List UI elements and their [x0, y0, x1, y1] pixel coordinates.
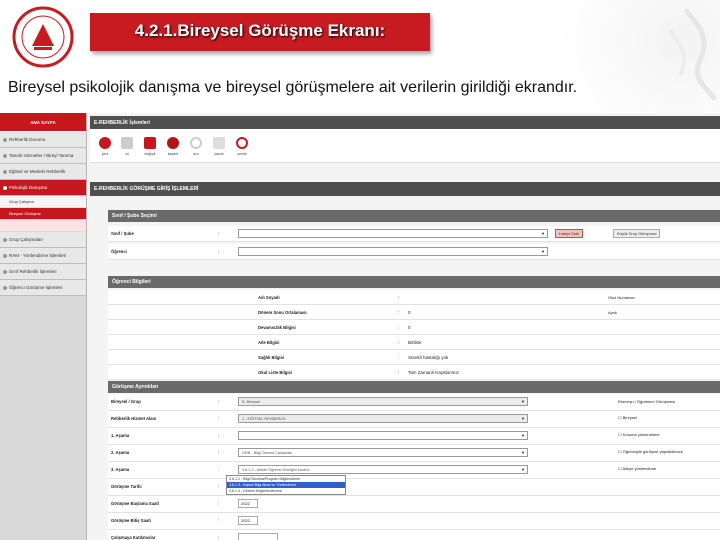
- disk-icon: [144, 137, 156, 149]
- info-row: Sağlık Bilgisi: Sürekli hastalığı yok: [108, 350, 720, 365]
- search-icon: [190, 137, 202, 149]
- check-icon: [167, 137, 179, 149]
- new-button[interactable]: yeni: [94, 137, 116, 156]
- form-row: Sınıf / Şube : Listeyi Getir Küçük Grup …: [108, 226, 720, 242]
- sidebar-item[interactable]: Grup Çalışmaları: [0, 232, 86, 248]
- detail-row: Bireysel / Grup:B. BireyselEbeveyn / Öğr…: [108, 394, 720, 411]
- info-value: Birlikte: [408, 340, 422, 345]
- detail-select[interactable]: B. Bireysel: [238, 397, 528, 406]
- detail-select[interactable]: 1 - EĞİTSEL REHBERLİK: [238, 414, 528, 423]
- plus-icon: [99, 137, 111, 149]
- list-button[interactable]: Listeyi Getir: [555, 229, 584, 238]
- sidebar-subitem: [0, 220, 86, 232]
- sidebar-item[interactable]: Tanıtık Hizmetler / Bireyi Tanıma: [0, 148, 86, 164]
- detail-input[interactable]: [238, 533, 278, 540]
- slide-title: 4.2.1.Bireysel Görüşme Ekranı:: [134, 21, 386, 40]
- info-value: Sürekli hastalığı yok: [408, 355, 449, 360]
- info-row: Dönem Sonu Ortalaması:0 Ayrık: [108, 305, 720, 320]
- form-row: Öğrenci :: [108, 244, 720, 260]
- option-checkbox[interactable]: ☐ Kuruma yönlendirme: [618, 432, 660, 437]
- detail-row: Görüşme Başlama Saati:2022: [108, 496, 720, 513]
- option-checkbox[interactable]: ☐ Bireysel: [618, 415, 637, 420]
- info-value: 0: [408, 325, 411, 330]
- sidebar-item-active[interactable]: Psikolojik Danışma: [0, 180, 86, 196]
- section-bar: E-REHBERLİK GÖRÜŞME GİRİŞ İŞLEMLERİ: [90, 182, 720, 196]
- refresh-button[interactable]: yenile: [231, 137, 253, 156]
- info-value: 0: [408, 310, 411, 315]
- class-select[interactable]: [238, 229, 548, 238]
- search-button[interactable]: ara: [185, 137, 207, 156]
- save-button[interactable]: kaydet: [162, 137, 184, 156]
- sidebar-item[interactable]: Rehberlik Durumu: [0, 132, 86, 148]
- detail-row: 2. Aşama:ORB - Bilgi Tanıma Çalışması☐ Ö…: [108, 445, 720, 462]
- print-button[interactable]: yazdır: [208, 137, 230, 156]
- slide: 4.2.1.Bireysel Görüşme Ekranı: Bireysel …: [0, 0, 720, 540]
- detail-select[interactable]: 3.6.1.2 - Ailede Öğrenci Kimliğini kontr…: [238, 465, 528, 474]
- sidebar-subitem[interactable]: Grup Çalışma: [0, 196, 86, 208]
- sidebar-item[interactable]: RAM - Yönlendirme İşlemleri: [0, 248, 86, 264]
- option-checkbox[interactable]: ☐ Öğrenciyle görüşme yapılabilecek: [618, 449, 683, 454]
- small-group-button[interactable]: Küçük Grup Görüşmesi: [613, 229, 661, 238]
- info-row: Okul Liste Bilgisi: Tam Zamanlı Kayıtları…: [108, 365, 720, 380]
- sidebar: ANA SAYFA Rehberlik Durumu Tanıtık Hizme…: [0, 113, 87, 540]
- student-select[interactable]: [238, 247, 548, 256]
- sidebar-item[interactable]: Eğitsel ve Mesleki Rehberlik: [0, 164, 86, 180]
- title-bar: 4.2.1.Bireysel Görüşme Ekranı:: [90, 13, 430, 51]
- info-row: Aile Bilgisi: Birlikte: [108, 335, 720, 350]
- detail-input[interactable]: 2022: [238, 499, 258, 508]
- sidebar-item[interactable]: Öğrenci Görüşme İşlemleri: [0, 280, 86, 296]
- sidebar-item[interactable]: Sınıf Rehberlik İşlemleri: [0, 264, 86, 280]
- main-panel: E-REHBERLİK İşlemleri yeni sil değişik k…: [90, 113, 720, 540]
- printer-icon: [213, 137, 225, 149]
- trash-icon: [121, 137, 133, 149]
- detail-row: 3. Aşama:3.6.1.2 - Ailede Öğrenci Kimliğ…: [108, 462, 720, 479]
- toolbar: yeni sil değişik kaydet ara yazdır yenil…: [90, 129, 720, 163]
- sidebar-home[interactable]: ANA SAYFA: [0, 113, 86, 132]
- decorative-pattern: [668, 8, 718, 102]
- option-checkbox[interactable]: ☐ Aileye yönlendirme: [618, 466, 656, 471]
- info-row: Adı Soyadı: Okul Numarası: [108, 290, 720, 305]
- detail-row: Görüşme Bitiş Saati:2022: [108, 513, 720, 530]
- slide-subtitle: Bireysel psikolojik danışma ve bireysel …: [8, 79, 578, 96]
- info-row: Devamsızlık Bilgisi:0: [108, 320, 720, 335]
- section-header: Görüşme Ayrıntıları: [108, 381, 720, 393]
- detail-row: Çalışmaya Katılımcılar:: [108, 530, 720, 540]
- detail-row: 1. Aşama:☐ Kuruma yönlendirme: [108, 428, 720, 445]
- section-header: Öğrenci Bilgileri: [108, 276, 720, 288]
- detail-select[interactable]: ORB - Bilgi Tanıma Çalışması: [238, 448, 528, 457]
- dropdown-option[interactable]: 3.6.1.4 - Dönem Değerlendirmesi: [227, 488, 345, 494]
- detail-row: Rehberlik Hizmet Alanı:1 - EĞİTSEL REHBE…: [108, 411, 720, 428]
- info-value: Tam Zamanlı Kayıtlarımız: [408, 370, 460, 375]
- detail-row: Görüşme Tarihi:: [108, 479, 720, 496]
- section-header: Sınıf / Şube Seçimi: [108, 210, 720, 222]
- refresh-icon: [236, 137, 248, 149]
- ministry-seal-logo: [12, 6, 74, 68]
- detail-input[interactable]: 2022: [238, 516, 258, 525]
- app-screenshot: ANA SAYFA Rehberlik Durumu Tanıtık Hizme…: [0, 113, 720, 540]
- sidebar-subitem-active[interactable]: Bireysel Görüşme: [0, 208, 86, 220]
- delete-button[interactable]: sil: [116, 137, 138, 156]
- stage-dropdown-list[interactable]: 3.6.1.2 - Bilgi/Tanıtma/Program Bilgilen…: [226, 475, 346, 495]
- section-bar: E-REHBERLİK İşlemleri: [90, 116, 720, 130]
- detail-select[interactable]: [238, 431, 528, 440]
- edit-button[interactable]: değişik: [139, 137, 161, 156]
